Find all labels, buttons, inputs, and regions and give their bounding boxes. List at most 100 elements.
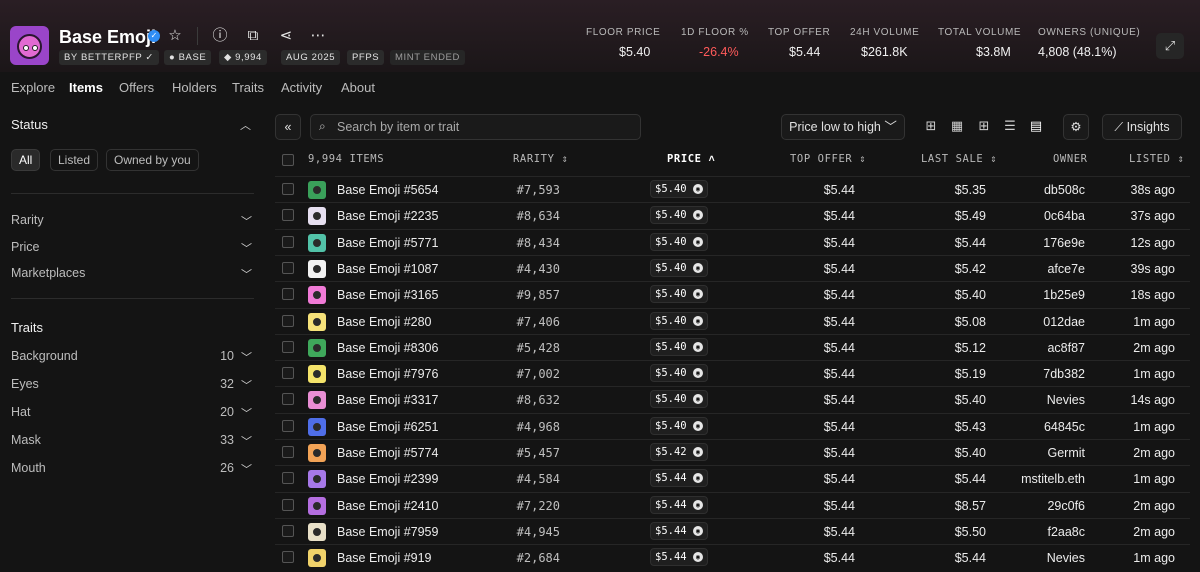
item-name[interactable]: Base Emoji #919 [337, 551, 432, 565]
status-owned-pill[interactable]: Owned by you [106, 149, 199, 171]
item-price[interactable]: $5.44 ◉ [650, 548, 708, 567]
grid-view-icon[interactable]: ▦ [949, 118, 965, 134]
item-owner[interactable]: mstitelb.eth [1021, 472, 1085, 486]
item-price[interactable]: $5.40 ◉ [650, 337, 708, 356]
table-row[interactable]: Base Emoji #5774 #5,457 $5.42 ◉ $5.44 $5.40 Ge… [275, 439, 1190, 465]
table-row[interactable]: Base Emoji #2235 #8,634 $5.40 ◉ $5.44 $5.49 0c… [275, 202, 1190, 228]
trait-hat[interactable]: Hat [11, 405, 30, 419]
row-checkbox[interactable] [282, 235, 294, 248]
item-price[interactable]: $5.40 ◉ [650, 232, 708, 251]
status-heading[interactable]: Status [11, 117, 48, 132]
last-sale-header[interactable]: LAST SALE ⇕ [921, 153, 997, 165]
select-all-checkbox[interactable] [282, 154, 294, 166]
item-price[interactable]: $5.40 ◉ [650, 390, 708, 409]
chain-chip[interactable]: ● BASE [164, 50, 212, 65]
item-price[interactable]: $5.40 ◉ [650, 206, 708, 225]
item-owner[interactable]: 176e9e [1043, 236, 1085, 250]
item-owner[interactable]: ac8f87 [1047, 341, 1085, 355]
item-name[interactable]: Base Emoji #3317 [337, 393, 438, 407]
item-name[interactable]: Base Emoji #5654 [337, 183, 438, 197]
item-owner[interactable]: 64845c [1044, 420, 1085, 434]
table-row[interactable]: Base Emoji #919 #2,684 $5.44 ◉ $5.44 $5.44 Nev… [275, 544, 1190, 570]
table-row[interactable]: Base Emoji #5654 #7,593 $5.40 ◉ $5.44 $5.35 db… [275, 176, 1190, 202]
table-row[interactable]: Base Emoji #3317 #8,632 $5.40 ◉ $5.44 $5.40 Ne… [275, 386, 1190, 412]
item-price[interactable]: $5.40 ◉ [650, 285, 708, 304]
item-name[interactable]: Base Emoji #2410 [337, 499, 438, 513]
table-view-icon[interactable]: ▤ [1028, 118, 1044, 134]
item-price[interactable]: $5.40 ◉ [650, 258, 708, 277]
copy-icon[interactable]: ⧉ [243, 26, 263, 46]
item-owner[interactable]: f2aa8c [1047, 525, 1085, 539]
status-listed-pill[interactable]: Listed [50, 149, 99, 171]
item-name[interactable]: Base Emoji #7959 [337, 525, 438, 539]
tab-about[interactable]: About [341, 80, 375, 95]
item-owner[interactable]: Nevies [1047, 393, 1085, 407]
row-checkbox[interactable] [282, 446, 294, 458]
price-header[interactable]: PRICE ˄ [667, 153, 715, 166]
table-row[interactable]: Base Emoji #7959 #4,945 $5.44 ◉ $5.44 $5.50 f2… [275, 517, 1190, 544]
item-name[interactable]: Base Emoji #8306 [337, 341, 438, 355]
row-checkbox[interactable] [282, 314, 294, 327]
row-checkbox[interactable] [282, 393, 294, 406]
row-checkbox[interactable] [282, 498, 294, 511]
item-owner[interactable]: 1b25e9 [1043, 288, 1085, 302]
tab-offers[interactable]: Offers [119, 80, 154, 95]
row-checkbox[interactable] [282, 183, 294, 195]
item-price[interactable]: $5.42 ◉ [650, 443, 708, 461]
table-row[interactable]: Base Emoji #7976 #7,002 $5.40 ◉ $5.44 $5.19 7d… [275, 360, 1190, 386]
trait-eyes[interactable]: Eyes [11, 377, 39, 391]
more-icon[interactable]: ⋯ [308, 26, 328, 46]
collapse-sidebar-button[interactable]: « [275, 114, 301, 140]
expand-icon[interactable]: ⤢ [1156, 33, 1184, 59]
chevron-up-icon[interactable]: ︿ [240, 117, 251, 133]
trait-mouth[interactable]: Mouth [11, 461, 46, 475]
tab-activity[interactable]: Activity [281, 80, 322, 95]
item-price[interactable]: $5.44 ◉ [650, 469, 708, 488]
compact-grid-view-icon[interactable]: ⊞ [976, 118, 992, 134]
chevron-down-icon[interactable]: ﹀ [241, 377, 252, 393]
status-all-pill[interactable]: All [11, 149, 41, 171]
chevron-down-icon[interactable]: ﹀ [241, 405, 252, 421]
search-input[interactable]: ⌕ Search by item or trait [310, 114, 641, 140]
chevron-down-icon[interactable]: ﹀ [241, 433, 252, 449]
insights-button[interactable]: ⟋ Insights [1102, 114, 1182, 140]
chevron-down-icon[interactable]: ﹀ [241, 213, 252, 229]
table-row[interactable]: Base Emoji #2410 #7,220 $5.44 ◉ $5.44 $8.57 29… [275, 491, 1190, 518]
item-name[interactable]: Base Emoji #5771 [337, 236, 438, 250]
chevron-down-icon[interactable]: ﹀ [241, 461, 252, 477]
row-checkbox[interactable] [282, 340, 294, 353]
trait-mask[interactable]: Mask [11, 433, 41, 447]
row-checkbox[interactable] [282, 524, 294, 537]
table-row[interactable]: Base Emoji #6251 #4,968 $5.40 ◉ $5.44 $5.43 64… [275, 412, 1190, 439]
item-owner[interactable]: 0c64ba [1044, 209, 1085, 223]
item-name[interactable]: Base Emoji #6251 [337, 420, 438, 434]
category-chip[interactable]: PFPS [347, 50, 385, 65]
share-icon[interactable]: ⋖ [276, 26, 296, 46]
table-row[interactable]: Base Emoji #3165 #9,857 $5.40 ◉ $5.44 $5.40 1b… [275, 281, 1190, 307]
list-view-icon[interactable]: ☰ [1002, 118, 1018, 134]
item-owner[interactable]: afce7e [1047, 262, 1085, 276]
tab-explore[interactable]: Explore [11, 80, 55, 95]
tab-items[interactable]: Items [69, 80, 103, 95]
item-price[interactable]: $5.40 ◉ [650, 180, 708, 198]
table-row[interactable]: Base Emoji #1087 #4,430 $5.40 ◉ $5.44 $5.42 af… [275, 254, 1190, 281]
row-checkbox[interactable] [282, 472, 294, 485]
item-owner[interactable]: Nevies [1047, 551, 1085, 565]
row-checkbox[interactable] [282, 209, 294, 222]
item-name[interactable]: Base Emoji #1087 [337, 262, 438, 276]
item-owner[interactable]: 012dae [1043, 315, 1085, 329]
star-icon[interactable]: ☆ [165, 26, 185, 46]
settings-button[interactable]: ⚙ [1063, 114, 1089, 140]
top-offer-header[interactable]: TOP OFFER ⇕ [790, 153, 866, 165]
item-price[interactable]: $5.40 ◉ [650, 311, 708, 330]
chevron-down-icon[interactable]: ﹀ [241, 349, 252, 365]
table-row[interactable]: Base Emoji #2399 #4,584 $5.44 ◉ $5.44 $5.44 ms… [275, 465, 1190, 491]
row-checkbox[interactable] [282, 419, 294, 432]
item-owner[interactable]: 29c0f6 [1047, 499, 1085, 513]
large-grid-view-icon[interactable]: ⊞ [923, 118, 939, 134]
tab-holders[interactable]: Holders [172, 80, 217, 95]
item-price[interactable]: $5.40 ◉ [650, 416, 708, 435]
item-owner[interactable]: db508c [1044, 183, 1085, 197]
item-name[interactable]: Base Emoji #3165 [337, 288, 438, 302]
item-name[interactable]: Base Emoji #280 [337, 315, 432, 329]
